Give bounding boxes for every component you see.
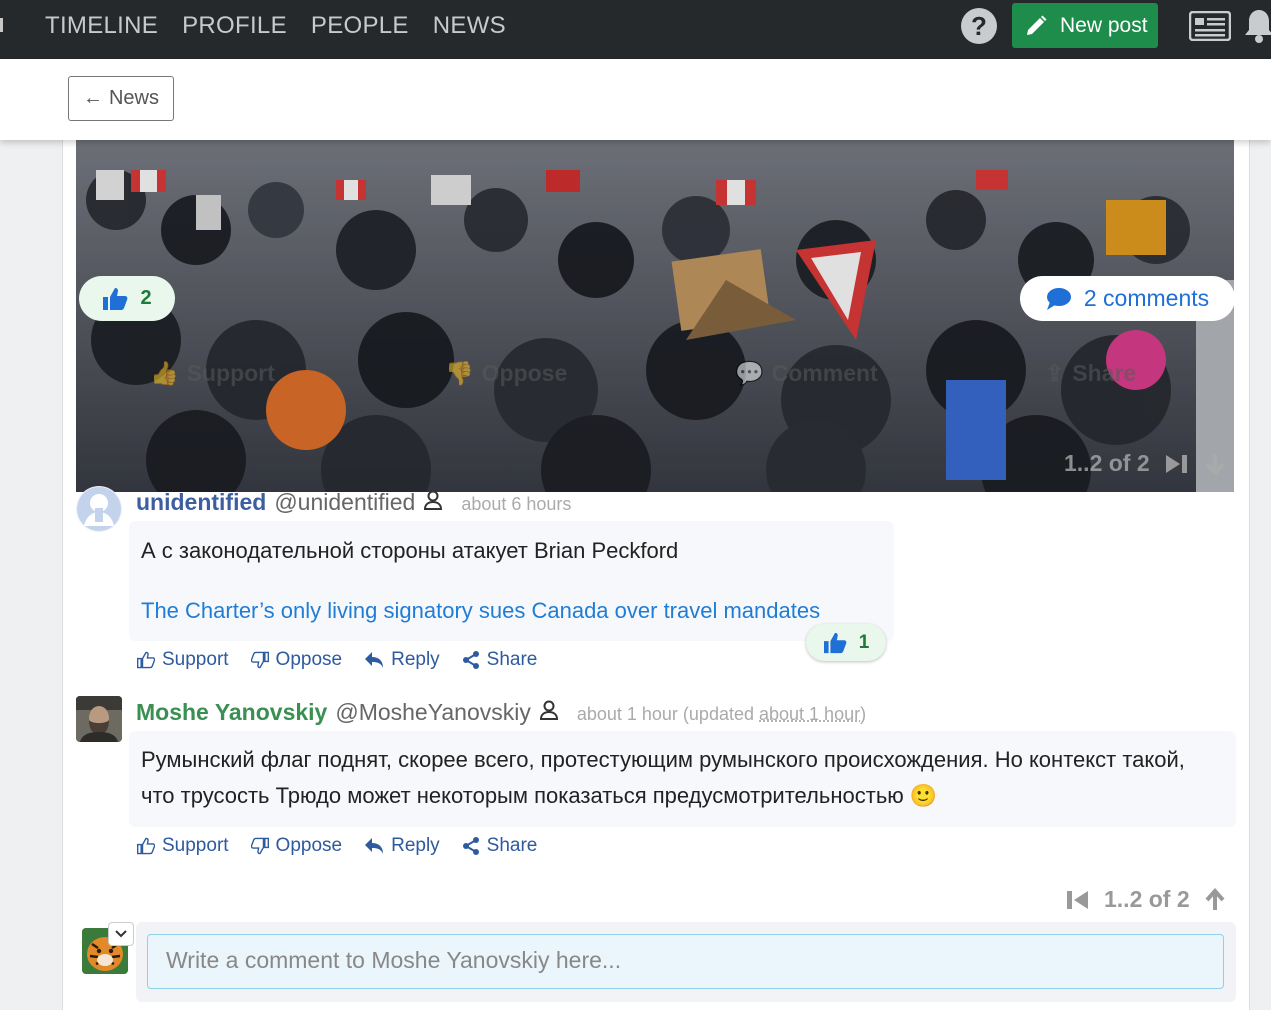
user-icon — [539, 700, 558, 720]
comment-1-link[interactable]: The Charter’s only living signatory sues… — [141, 598, 820, 623]
comment-1-author[interactable]: unidentified — [136, 489, 266, 516]
post-comment-button[interactable]: 💬 Comment — [735, 360, 878, 387]
comment-2-time[interactable]: about 1 hour (updated about 1 hour) — [577, 704, 866, 725]
avatar-moshe-yanovskiy[interactable] — [76, 696, 122, 742]
help-icon[interactable]: ? — [961, 8, 997, 44]
post-action-bar: 👍 Support 👎 Oppose 💬 Comment ⇪ Share — [150, 360, 1200, 396]
nav-profile[interactable]: PROFILE — [182, 12, 287, 40]
comment-1-reply-button[interactable]: Reply — [364, 649, 440, 671]
comment-2-support-button[interactable]: Support — [137, 835, 229, 857]
comment-1-actions: Support Oppose Reply Share — [137, 649, 537, 671]
post-oppose-label: Oppose — [481, 360, 568, 386]
comment-1-share-button[interactable]: Share — [462, 649, 538, 671]
post-like-number: 2 — [140, 287, 152, 309]
bell-icon[interactable] — [1244, 8, 1271, 44]
comment-1-text: А с законодательной стороны атакует Bria… — [141, 538, 679, 563]
comment-1-oppose-button[interactable]: Oppose — [250, 649, 343, 671]
post-share-button[interactable]: ⇪ Share — [1045, 360, 1136, 387]
newspaper-icon[interactable] — [1189, 11, 1231, 41]
comment-1-like-number: 1 — [858, 631, 870, 653]
speech-bubble-icon — [1046, 287, 1071, 310]
comment-input[interactable]: Write a comment to Moshe Yanovskiy here.… — [147, 934, 1224, 989]
top-navbar: TIMELINE PROFILE PEOPLE NEWS ? New post — [0, 0, 1271, 59]
post-support-label: Support — [186, 360, 275, 386]
pencil-icon — [1027, 15, 1047, 35]
reply-icon — [365, 652, 384, 668]
thumbs-up-icon — [103, 287, 128, 310]
share-label: Share — [486, 835, 538, 856]
comment-2-time-updated: about 1 hour — [759, 704, 861, 724]
comments-pager: 1..2 of 2 — [1064, 886, 1226, 913]
comment-2-handle[interactable]: @MosheYanovskiy — [335, 699, 531, 726]
sub-header: ← News — [0, 59, 1271, 140]
back-label: News — [108, 87, 159, 109]
nav-people[interactable]: PEOPLE — [311, 12, 409, 40]
comment-2-text: Румынский флаг поднят, скорее всего, про… — [141, 747, 1185, 808]
account-switch-chevron[interactable] — [108, 922, 134, 946]
last-page-icon[interactable] — [1164, 453, 1190, 475]
share-label: Share — [486, 649, 538, 670]
user-icon — [424, 490, 443, 510]
chevron-down-icon — [115, 930, 127, 938]
post-oppose-button[interactable]: 👎 Oppose — [445, 360, 567, 387]
share-icon — [462, 651, 479, 669]
comment-1-header: unidentified @unidentified about 6 hours — [136, 489, 571, 516]
comment-1-handle[interactable]: @unidentified — [274, 489, 415, 516]
post-comment-label: Comment — [771, 360, 878, 386]
reply-icon — [365, 838, 384, 854]
post-like-count[interactable]: 2 — [79, 276, 175, 321]
comment-2-share-button[interactable]: Share — [462, 835, 538, 857]
left-arrow-icon: ← — [82, 87, 103, 109]
avatar-unidentified[interactable] — [76, 486, 122, 532]
thumbs-down-outline-icon — [250, 837, 269, 855]
comments-count-label: 2 comments — [1083, 285, 1210, 311]
arrow-down-icon[interactable] — [1204, 452, 1226, 476]
default-avatar-icon — [77, 487, 121, 531]
support-label: Support — [162, 649, 229, 670]
post-support-button[interactable]: 👍 Support — [150, 360, 275, 387]
nav-news[interactable]: NEWS — [433, 12, 506, 40]
back-to-news-button[interactable]: ← News — [68, 76, 174, 121]
comment-2-reply-button[interactable]: Reply — [364, 835, 440, 857]
comment-2-header: Moshe Yanovskiy @MosheYanovskiy about 1 … — [136, 699, 866, 726]
oppose-label: Oppose — [275, 835, 343, 856]
comment-2-time-prefix: about 1 hour (updated — [576, 704, 759, 724]
comment-1-body: А с законодательной стороны атакует Bria… — [129, 521, 894, 641]
first-page-icon[interactable] — [1064, 889, 1090, 911]
comment-2-author[interactable]: Moshe Yanovskiy — [136, 699, 327, 726]
comments-pager-label: 1..2 of 2 — [1104, 886, 1190, 912]
thumbs-down-outline-icon — [250, 651, 269, 669]
photo-pager: 1..2 of 2 — [1064, 450, 1226, 477]
thumbs-up-outline-icon — [137, 837, 155, 855]
comment-1-like-count[interactable]: 1 — [806, 624, 886, 661]
comment-2-time-suffix: ) — [860, 704, 867, 724]
post-share-label: Share — [1072, 360, 1137, 386]
photo-pager-label: 1..2 of 2 — [1064, 450, 1150, 476]
reply-label: Reply — [391, 649, 440, 670]
new-post-button[interactable]: New post — [1012, 3, 1158, 48]
new-post-label: New post — [1060, 13, 1148, 37]
main-nav: TIMELINE PROFILE PEOPLE NEWS — [45, 12, 506, 40]
oppose-label: Oppose — [275, 649, 343, 670]
comment-1-time[interactable]: about 6 hours — [461, 494, 571, 515]
user-photo — [76, 696, 122, 742]
share-icon — [462, 837, 479, 855]
thumbs-up-outline-icon — [137, 651, 155, 669]
thumbs-up-icon — [823, 632, 847, 653]
comment-2-body: Румынский флаг поднят, скорее всего, про… — [129, 731, 1236, 827]
comment-2-actions: Support Oppose Reply Share — [137, 835, 537, 857]
post-comments-count-button[interactable]: 2 comments — [1020, 276, 1235, 321]
arrow-up-icon[interactable] — [1204, 887, 1226, 912]
collapsed-menu-edge[interactable] — [0, 18, 3, 32]
reply-label: Reply — [391, 835, 440, 856]
comment-1-support-button[interactable]: Support — [137, 649, 229, 671]
comment-2-oppose-button[interactable]: Oppose — [250, 835, 343, 857]
nav-timeline[interactable]: TIMELINE — [45, 12, 158, 40]
support-label: Support — [162, 835, 229, 856]
